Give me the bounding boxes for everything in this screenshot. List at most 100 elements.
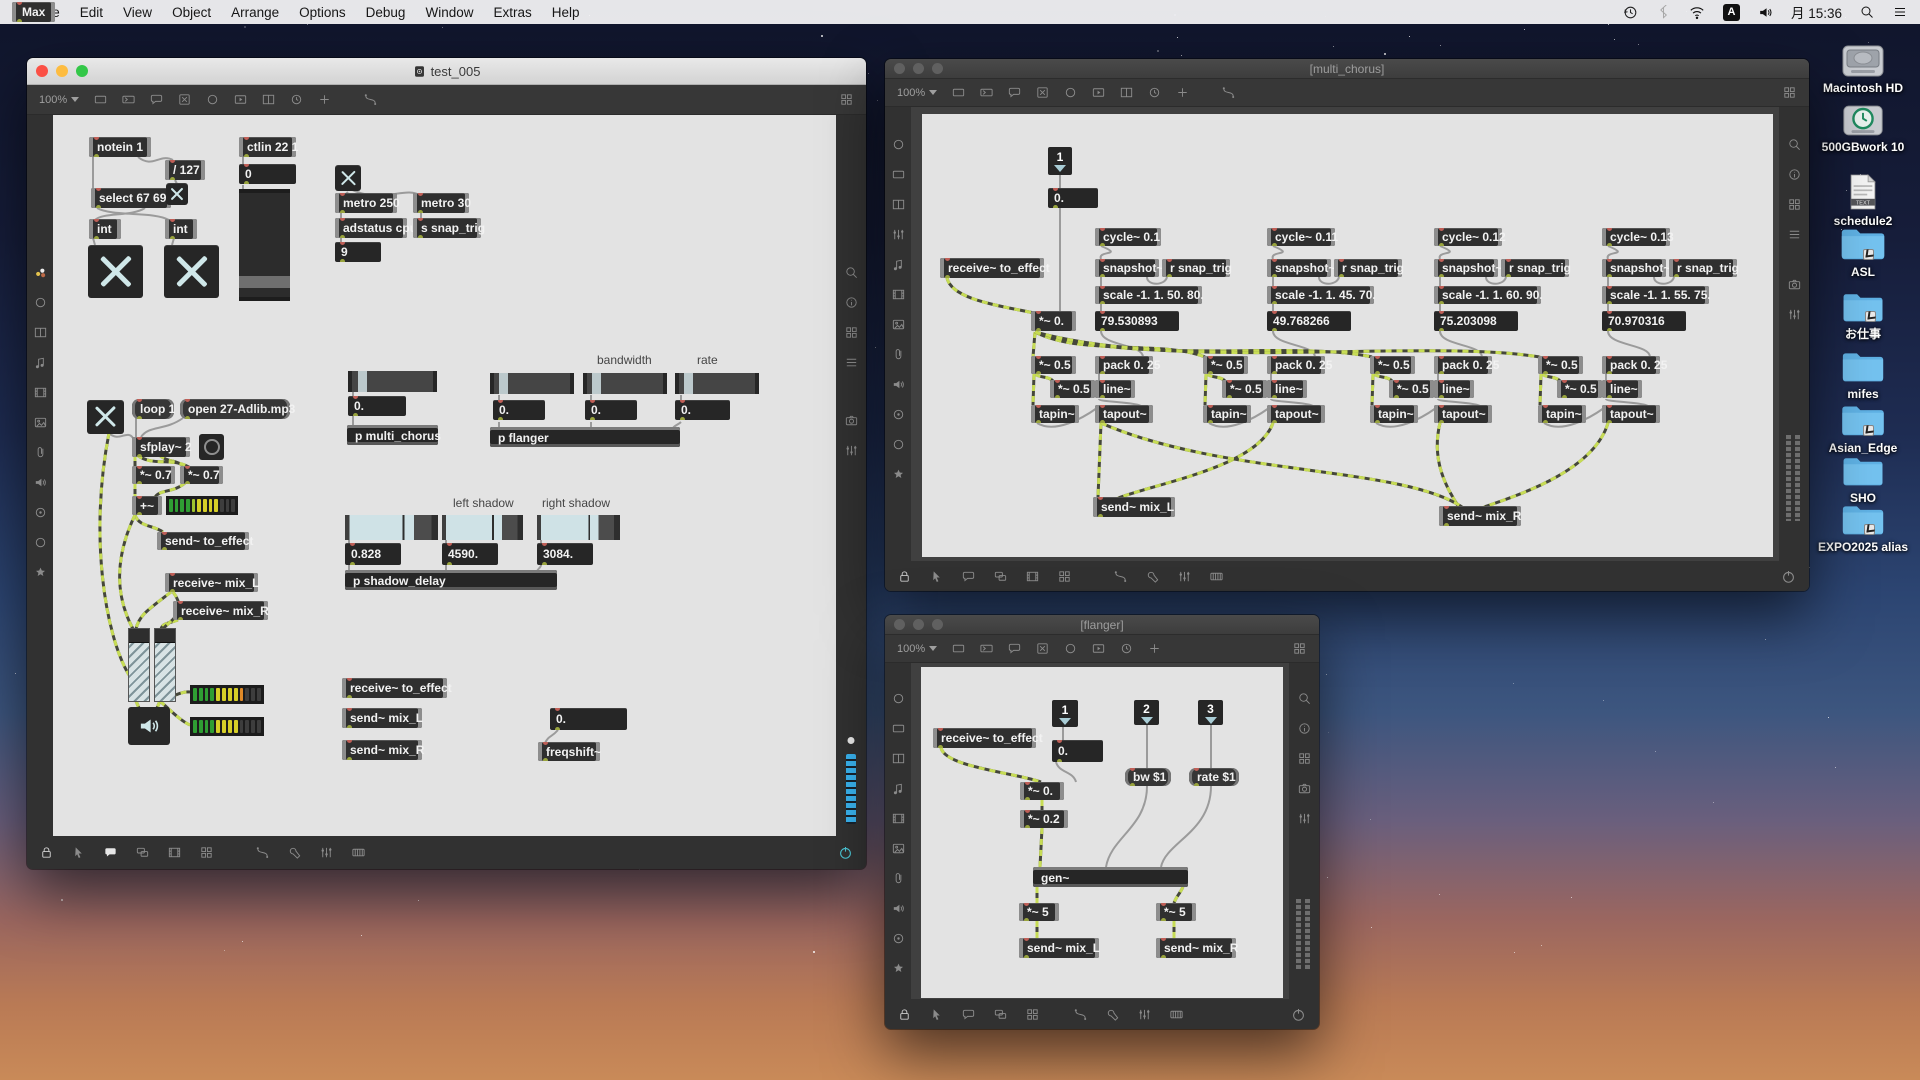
desktop-icon-macintosh-hd[interactable]: Macintosh HD (1815, 44, 1911, 96)
metro-clock-icon[interactable] (1119, 641, 1134, 656)
object-tapout-3[interactable]: tapout~ (1434, 405, 1492, 423)
object-int-right[interactable]: int (165, 219, 197, 239)
slider-bandwidth-1[interactable] (490, 373, 574, 394)
object-cycle-3[interactable]: cycle~ 0.12 (1434, 228, 1502, 246)
object-tapout-4[interactable]: tapout~ (1602, 405, 1660, 423)
slider-bandwidth-2[interactable] (583, 373, 667, 394)
time-machine-icon[interactable] (1622, 4, 1639, 21)
grid-toggle-icon[interactable] (1782, 85, 1797, 100)
mixer-icon[interactable] (1787, 307, 1802, 322)
object-send-snaptrig[interactable]: s snap_trig (413, 218, 481, 238)
audio-note-icon[interactable] (891, 781, 906, 796)
object-pack-2[interactable]: pack 0. 25 (1267, 356, 1325, 374)
keyboard-icon[interactable] (1209, 569, 1224, 584)
numbox-flanger-depth[interactable]: 0. (493, 400, 545, 420)
palette-icon[interactable] (33, 265, 48, 280)
keyboard-icon[interactable] (1169, 1007, 1184, 1022)
zoom-level-control[interactable]: 100% (897, 87, 937, 99)
object-line-4[interactable]: line~ (1602, 380, 1642, 398)
comment-icon[interactable] (149, 92, 164, 107)
numbox-delay-right[interactable]: 3084. (537, 543, 593, 565)
cable-icon[interactable] (1073, 1007, 1088, 1022)
object-receive-toeffect[interactable]: receive~ to_effect (342, 678, 447, 698)
number-box-icon[interactable] (979, 85, 994, 100)
zoom-level-control[interactable]: 100% (39, 94, 79, 106)
columns-mixer-icon[interactable] (1137, 1007, 1152, 1022)
object-select[interactable]: select 67 69 (91, 188, 171, 208)
multichorus-titlebar[interactable]: [multi_chorus] (885, 59, 1809, 79)
object-freqshift[interactable]: freqshift~ (538, 742, 600, 761)
object-mulhalf-4[interactable]: *~ 0.5 (1538, 356, 1583, 374)
wrench-icon[interactable] (1145, 569, 1160, 584)
panel-sidebar-icon[interactable] (891, 197, 906, 212)
playbar-icon[interactable] (1091, 641, 1106, 656)
numbox-chorus[interactable]: 0. (348, 396, 406, 416)
audio-power-icon[interactable] (1290, 1006, 1307, 1023)
desktop-icon-oshigoto[interactable]: お仕事 (1815, 290, 1911, 342)
object-box-icon[interactable] (891, 721, 906, 736)
add-object-icon[interactable] (1147, 641, 1162, 656)
zoom-button[interactable] (932, 63, 943, 74)
ezdac-speaker-button[interactable] (128, 707, 170, 745)
snapshot-camera-icon[interactable] (844, 413, 859, 428)
ball-icon[interactable] (33, 295, 48, 310)
ball-icon[interactable] (891, 137, 906, 152)
wifi-icon[interactable] (1688, 3, 1706, 21)
object-scale-3[interactable]: scale -1. 1. 60. 90. (1434, 286, 1541, 304)
video-film-icon[interactable] (891, 287, 906, 302)
menu-item-help[interactable]: Help (542, 5, 590, 20)
object-div127[interactable]: / 127 (165, 160, 205, 180)
grid-toggle-icon[interactable] (1292, 641, 1307, 656)
zoom-level-control[interactable]: 100% (897, 643, 937, 655)
cable-icon[interactable] (255, 845, 270, 860)
numbox-nine[interactable]: 9 (335, 242, 381, 262)
image-icon[interactable] (891, 317, 906, 332)
object-scale-4[interactable]: scale -1. 1. 55. 75. (1602, 286, 1709, 304)
ball-icon[interactable] (891, 691, 906, 706)
object-tapin-1[interactable]: tapin~ (1031, 405, 1079, 423)
object-receive-mixr[interactable]: receive~ mix_R (173, 601, 268, 620)
object-line-1[interactable]: line~ (1095, 380, 1135, 398)
columns-mixer-icon[interactable] (1177, 569, 1192, 584)
object-pack-1[interactable]: pack 0. 25 (1095, 356, 1153, 374)
speaker-icon[interactable] (891, 901, 906, 916)
snapshot-camera-icon[interactable] (1787, 277, 1802, 292)
rslider-shadow-mix[interactable] (345, 515, 438, 540)
minimize-button[interactable] (913, 63, 924, 74)
spotlight-search-icon[interactable] (1859, 4, 1875, 20)
numbox-depth-2[interactable]: 49.768266 (1267, 311, 1351, 331)
speaker-icon[interactable] (33, 475, 48, 490)
audio-power-icon[interactable] (1780, 568, 1797, 585)
button-icon[interactable] (1063, 85, 1078, 100)
object-pack-4[interactable]: pack 0. 25 (1602, 356, 1660, 374)
object-send-mixl[interactable]: send~ mix_L (1093, 497, 1175, 517)
object-scale-1[interactable]: scale -1. 1. 50. 80. (1095, 286, 1202, 304)
toggle-large-left[interactable] (88, 245, 143, 298)
object-receive-toeffect[interactable]: receive~ to_effect (933, 728, 1036, 748)
object-send-mixr[interactable]: send~ mix_R (1439, 506, 1521, 526)
subpatch-shadow-delay[interactable]: p shadow_delay (345, 570, 557, 590)
menu-clock[interactable]: 月 15:36 (1791, 2, 1842, 22)
zoom-search-icon[interactable] (844, 265, 859, 280)
bubbles-icon[interactable] (135, 845, 150, 860)
object-mulhalf-3[interactable]: *~ 0.5 (1370, 356, 1415, 374)
numbox-delay-left[interactable]: 4590. (442, 543, 498, 565)
umenu-voice[interactable]: 1 (1048, 147, 1072, 175)
numbox-freqshift[interactable]: 0. (550, 708, 627, 730)
menu-item-arrange[interactable]: Arrange (221, 5, 289, 20)
dial-target-icon[interactable] (891, 931, 906, 946)
volume-icon[interactable] (1757, 4, 1774, 21)
button-icon[interactable] (1063, 641, 1078, 656)
object-box-icon[interactable] (93, 92, 108, 107)
object-mul5-left[interactable]: *~ 5 (1019, 903, 1059, 921)
attachment-clip-icon[interactable] (33, 445, 48, 460)
film-icon[interactable] (1025, 569, 1040, 584)
mixer-icon[interactable] (844, 443, 859, 458)
message-loop[interactable]: loop 1 (132, 399, 174, 419)
attachment-clip-icon[interactable] (891, 347, 906, 362)
wrench-icon[interactable] (1105, 1007, 1120, 1022)
object-mul07-left[interactable]: *~ 0.7 (132, 466, 175, 484)
inspector-info-icon[interactable] (844, 295, 859, 310)
desktop-icon-mifes[interactable]: mifes (1815, 349, 1911, 402)
object-line-3[interactable]: line~ (1434, 380, 1474, 398)
